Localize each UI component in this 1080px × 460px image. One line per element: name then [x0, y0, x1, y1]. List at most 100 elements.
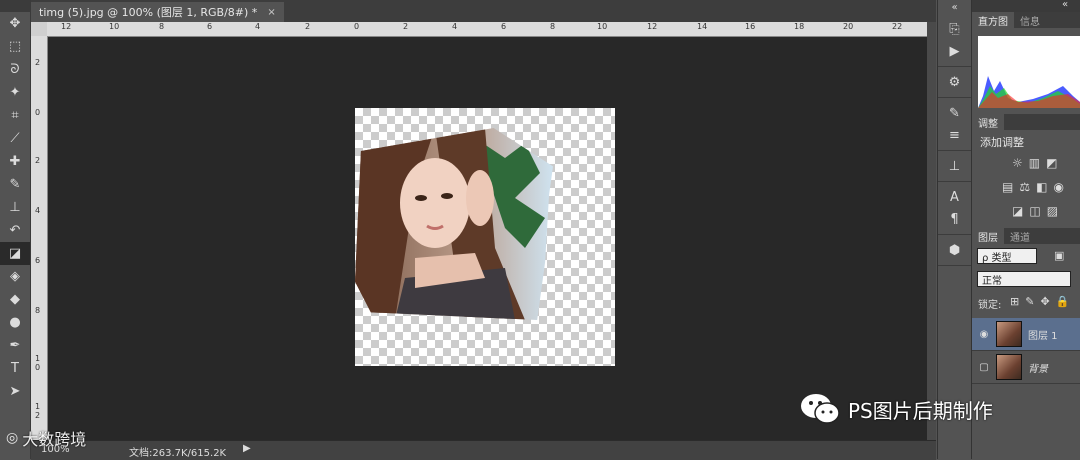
magic-wand-icon[interactable]: ✦ [0, 81, 30, 104]
ruler-number: 0 [35, 108, 41, 117]
layer-thumbnail [996, 321, 1022, 347]
status-bar: 100% 文档:263.7K/615.2K ▶ [31, 440, 936, 460]
layer-row[interactable]: ◉ 图层 1 [972, 318, 1080, 351]
invert-icon[interactable]: ◪ [1012, 204, 1023, 218]
tab-layers[interactable]: 图层 [972, 228, 1004, 244]
document-tab-bar: timg (5).jpg @ 100% (图层 1, RGB/8#) * × [31, 0, 936, 23]
healing-brush-icon[interactable]: ✚ [0, 150, 30, 173]
brush-preset-icon[interactable]: ✎ [938, 102, 971, 124]
status-menu-arrow-icon[interactable]: ▶ [243, 443, 251, 454]
collapse-icon[interactable]: « [938, 0, 971, 14]
ruler-number: 2 [305, 22, 311, 31]
ruler-number: 6 [35, 256, 41, 265]
hue-saturation-icon[interactable]: ▤ [1002, 180, 1013, 194]
move-icon[interactable]: ✥ [0, 12, 30, 35]
document-tab-title: timg (5).jpg @ 100% (图层 1, RGB/8#) * [39, 6, 258, 19]
wechat-account-name: PS图片后期制作 [848, 398, 993, 423]
curves-icon[interactable]: ◩ [1046, 156, 1057, 170]
photo-filter-icon[interactable]: ◉ [1053, 180, 1063, 194]
tab-adjustments[interactable]: 调整 [972, 114, 1004, 130]
blend-mode-select[interactable]: 正常 [977, 271, 1071, 287]
layers-tabs: 图层 通道 [972, 228, 1080, 244]
document-canvas[interactable] [355, 108, 615, 366]
black-white-icon[interactable]: ◧ [1036, 180, 1047, 194]
lock-pixels-icon[interactable]: ✎ [1025, 295, 1034, 308]
crop-icon[interactable]: ⌗ [0, 104, 30, 127]
watermark-logo-icon: ◎ [6, 430, 19, 446]
character-icon[interactable]: A [938, 186, 971, 208]
tab-histogram[interactable]: 直方图 [972, 12, 1014, 28]
ruler-number: 8 [35, 306, 41, 315]
image-filter-icon[interactable]: ▣ [1054, 249, 1064, 262]
ruler-number: 10 [109, 22, 120, 31]
ruler-number: 2 [35, 156, 41, 165]
lock-label: 锁定: [978, 300, 1002, 311]
clone-stamp-icon[interactable]: ⊥ [0, 196, 30, 219]
layer-name[interactable]: 背景 [1028, 360, 1048, 375]
lock-position-icon[interactable]: ✥ [1040, 295, 1049, 308]
3d-cube-icon[interactable]: ⬢ [938, 239, 971, 261]
vertical-scrollbar[interactable] [927, 22, 936, 440]
lasso-icon[interactable]: ᘐ [0, 58, 30, 81]
adjustments-panel: 调整 添加调整 ☼ ▥ ◩ ▤ ⚖ ◧ ◉ ◪ ◫ ▨ [972, 114, 1080, 224]
layer-name[interactable]: 图层 1 [1028, 327, 1058, 342]
ruler-number: 6 [501, 22, 507, 31]
path-selection-icon[interactable]: ➤ [0, 380, 30, 403]
ruler-number: 18 [794, 22, 805, 31]
histogram-graph [978, 36, 1080, 108]
visibility-toggle-empty[interactable]: ▢ [972, 362, 996, 373]
ruler-number: 1 2 [35, 402, 41, 420]
ruler-number: 2 [403, 22, 409, 31]
tab-channels[interactable]: 通道 [1004, 228, 1036, 244]
actions-play-icon[interactable]: ▶ [938, 40, 971, 62]
ruler-number: 12 [647, 22, 658, 31]
layers-list: ◉ 图层 1 ▢ 背景 [972, 318, 1080, 384]
tab-info[interactable]: 信息 [1014, 12, 1046, 28]
bottom-left-watermark: ◎ 大数跨境 [6, 426, 86, 450]
brush-icon[interactable]: ✎ [0, 173, 30, 196]
paint-bucket-icon[interactable]: ◈ [0, 265, 30, 288]
type-icon[interactable]: T [0, 357, 30, 380]
brightness-icon[interactable]: ☼ [1012, 156, 1023, 170]
ruler-number: 6 [207, 22, 213, 31]
eyedropper-icon[interactable]: ⟋ [0, 127, 30, 150]
brush-settings-icon[interactable]: ≡ [938, 124, 971, 146]
document-tab[interactable]: timg (5).jpg @ 100% (图层 1, RGB/8#) * × [31, 2, 284, 22]
pen-icon[interactable]: ✒ [0, 334, 30, 357]
adjustment-row-3: ◪ ◫ ▨ [1012, 204, 1058, 218]
vertical-ruler[interactable]: 2 0 2 4 6 8 1 0 1 2 [31, 36, 48, 440]
history-icon[interactable]: ⎘ [938, 18, 971, 40]
toolbar-grip[interactable] [0, 0, 30, 12]
panel-header-strip: « [972, 0, 1080, 12]
properties-icon[interactable]: ⚙ [938, 71, 971, 93]
ruler-number: 0 [354, 22, 360, 31]
blur-icon[interactable]: ◆ [0, 288, 30, 311]
collapse-icon[interactable]: « [1062, 0, 1068, 10]
lock-all-icon[interactable]: 🔒 [1056, 295, 1070, 308]
wechat-logo-icon [801, 394, 840, 424]
layer-row[interactable]: ▢ 背景 [972, 351, 1080, 384]
horizontal-ruler[interactable]: 12 10 8 6 4 2 0 2 4 6 8 10 12 14 16 18 2… [47, 22, 927, 37]
ruler-origin[interactable] [31, 22, 48, 37]
color-balance-icon[interactable]: ⚖ [1019, 180, 1030, 194]
paragraph-icon[interactable]: ¶ [938, 208, 971, 230]
dodge-icon[interactable]: ● [0, 311, 30, 334]
close-icon[interactable]: × [267, 7, 275, 18]
ruler-number: 12 [61, 22, 72, 31]
levels-icon[interactable]: ▥ [1029, 156, 1040, 170]
layer-filter-select[interactable]: ρ 类型 [977, 248, 1037, 264]
adjustments-title: 添加调整 [980, 136, 1024, 149]
eye-icon[interactable]: ◉ [972, 329, 996, 340]
ruler-number: 4 [452, 22, 458, 31]
gradient-map-icon[interactable]: ▨ [1047, 204, 1058, 218]
eraser-icon[interactable]: ◪ [0, 242, 30, 265]
threshold-icon[interactable]: ◫ [1029, 204, 1040, 218]
ruler-number: 8 [159, 22, 165, 31]
photo-layer[interactable] [355, 128, 553, 320]
history-brush-icon[interactable]: ↶ [0, 219, 30, 242]
clone-source-icon[interactable]: ⊥ [938, 155, 971, 177]
marquee-icon[interactable]: ⬚ [0, 35, 30, 58]
lock-transparent-icon[interactable]: ⊞ [1010, 295, 1019, 308]
histogram-panel: 直方图 信息 [972, 12, 1080, 112]
document-size-info: 文档:263.7K/615.2K [129, 448, 227, 459]
